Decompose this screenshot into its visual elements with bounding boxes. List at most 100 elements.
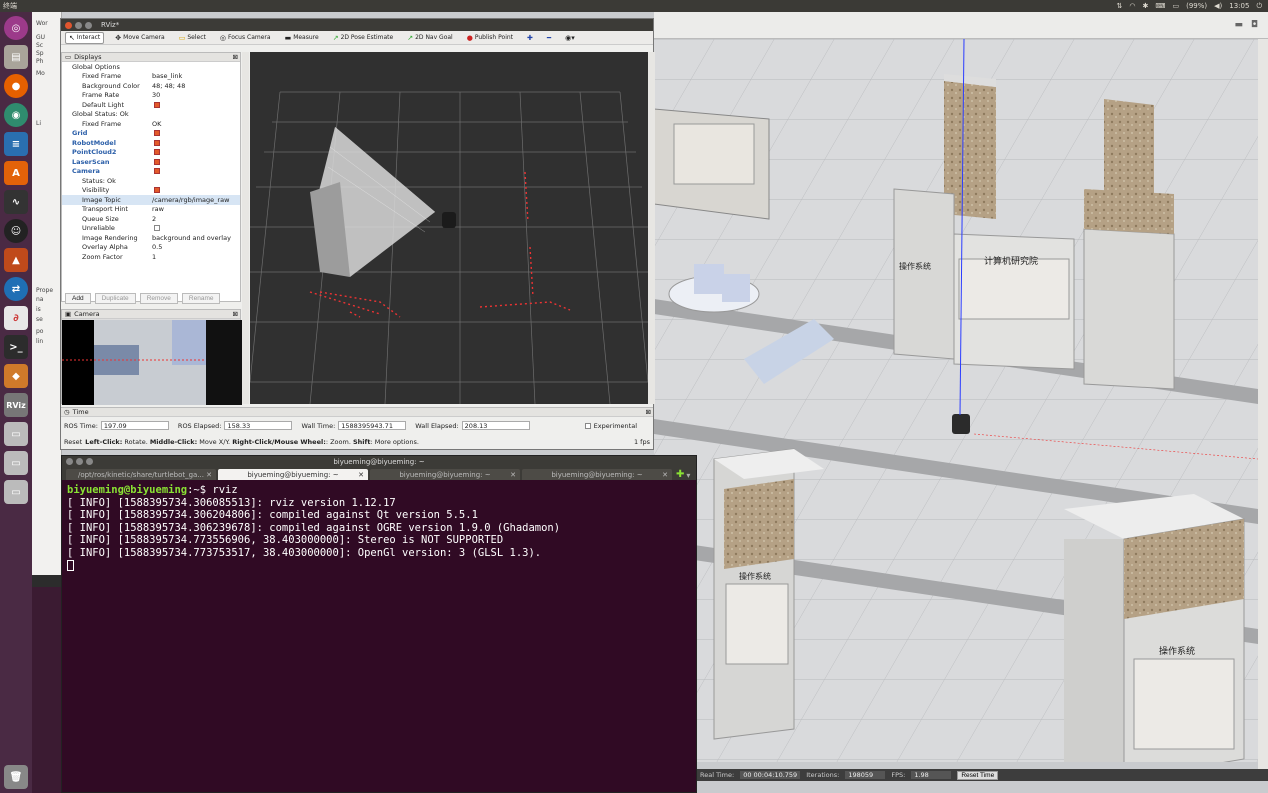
remove-tool-button[interactable]: ━: [544, 33, 554, 43]
display-row-value[interactable]: raw: [152, 205, 164, 213]
pose-estimate-tool[interactable]: ↗ 2D Pose Estimate: [330, 33, 397, 43]
rviz-3d-viewport[interactable]: [250, 52, 648, 404]
world-tree-item[interactable]: Sp: [36, 50, 44, 57]
display-row[interactable]: Default Light: [62, 100, 240, 110]
system-monitor-icon[interactable]: ∿: [4, 190, 28, 214]
display-checkbox[interactable]: [154, 130, 160, 137]
close-icon[interactable]: ✕: [662, 471, 668, 479]
display-checkbox[interactable]: [154, 168, 160, 175]
camera-image[interactable]: [62, 320, 242, 405]
gazebo-right-panel[interactable]: [1258, 39, 1268, 769]
remove-button[interactable]: Remove: [139, 292, 178, 304]
close-icon[interactable]: [65, 21, 72, 29]
minimize-icon[interactable]: [76, 458, 83, 465]
maximize-icon[interactable]: [86, 458, 93, 465]
terminal-tab[interactable]: /opt/ros/kinetic/share/turtlebot_ga... ✕: [66, 469, 216, 480]
tab-menu-icon[interactable]: ▾: [686, 471, 690, 480]
display-row[interactable]: Visibility: [62, 186, 240, 196]
duplicate-button[interactable]: Duplicate: [94, 292, 136, 304]
splitter-handle[interactable]: [242, 52, 249, 404]
minimize-icon[interactable]: [75, 21, 82, 29]
publish-point-tool[interactable]: ● Publish Point: [464, 33, 516, 43]
rviz-icon[interactable]: RViz: [4, 393, 28, 417]
property-item[interactable]: lin: [36, 338, 43, 345]
ros-time-field[interactable]: 197.09: [100, 421, 169, 430]
display-checkbox[interactable]: [154, 158, 160, 165]
drive-icon[interactable]: ▭: [4, 422, 28, 446]
measure-tool[interactable]: ▬ Measure: [282, 33, 322, 43]
camera-type-button[interactable]: ◉▾: [562, 33, 578, 43]
close-icon[interactable]: ⊠: [233, 310, 238, 318]
gazebo-3d-scene[interactable]: 计算机研究院 操作系统 操作系统 操作系统: [654, 39, 1258, 762]
close-icon[interactable]: ✕: [206, 471, 212, 479]
trash-icon[interactable]: 🗑: [4, 765, 28, 789]
firefox-icon[interactable]: ●: [4, 74, 28, 98]
display-row-value[interactable]: 0.5: [152, 243, 162, 251]
wifi-icon[interactable]: ◠: [1129, 2, 1135, 10]
world-tree-item[interactable]: Li: [36, 120, 41, 127]
display-checkbox[interactable]: [154, 149, 160, 156]
clock[interactable]: 13:05: [1229, 2, 1249, 10]
display-row[interactable]: Overlay Alpha 0.5: [62, 243, 240, 253]
terminal-tab-active[interactable]: biyueming@biyueming: ~ ✕: [218, 469, 368, 480]
reset-time-button[interactable]: Reset Time: [957, 770, 999, 780]
gazebo-icon[interactable]: ◆: [4, 364, 28, 388]
display-row[interactable]: Image Rendering background and overlay: [62, 233, 240, 243]
display-checkbox[interactable]: [154, 101, 160, 108]
display-row[interactable]: RobotModel: [62, 138, 240, 148]
display-row[interactable]: Frame Rate 30: [62, 91, 240, 101]
world-tree-item[interactable]: Mo: [36, 70, 45, 77]
display-row-value[interactable]: base_link: [152, 72, 182, 80]
close-icon[interactable]: ⊠: [646, 408, 651, 416]
display-row[interactable]: Zoom Factor 1: [62, 252, 240, 262]
display-row[interactable]: Image Topic/camera/rgb/image_raw: [62, 195, 240, 205]
display-row[interactable]: LaserScan: [62, 157, 240, 167]
property-item[interactable]: po: [36, 328, 43, 335]
battery-icon[interactable]: ▭: [1172, 2, 1179, 10]
display-row-value[interactable]: 1: [152, 253, 156, 261]
display-row-value[interactable]: OK: [152, 120, 161, 128]
world-label[interactable]: Wor: [36, 20, 48, 27]
display-row[interactable]: Global Options: [62, 62, 240, 72]
close-icon[interactable]: [66, 458, 73, 465]
add-tool-button[interactable]: ✚: [524, 33, 536, 43]
display-row[interactable]: Unreliable: [62, 224, 240, 234]
teamviewer-icon[interactable]: ⇄: [4, 277, 28, 301]
display-checkbox[interactable]: [154, 187, 160, 194]
display-row[interactable]: Queue Size 2: [62, 214, 240, 224]
display-row[interactable]: Camera: [62, 167, 240, 177]
property-item[interactable]: na: [36, 296, 43, 303]
matlab-icon[interactable]: ▲: [4, 248, 28, 272]
writer-icon[interactable]: ≡: [4, 132, 28, 156]
display-row-value[interactable]: 30: [152, 91, 160, 99]
terminal-output[interactable]: biyueming@biyueming:~$ rviz [ INFO] [158…: [62, 480, 696, 576]
rename-button[interactable]: Rename: [181, 292, 221, 304]
bluetooth-icon[interactable]: ✱: [1143, 2, 1149, 10]
splitter-handle[interactable]: [648, 52, 655, 404]
world-tree-item[interactable]: GU: [36, 34, 45, 41]
display-row[interactable]: PointCloud2: [62, 148, 240, 158]
drive-icon-2[interactable]: ▭: [4, 451, 28, 475]
keyboard-icon[interactable]: ⌨: [1155, 2, 1165, 10]
move-camera-tool[interactable]: ✥ Move Camera: [112, 33, 167, 43]
display-row[interactable]: Global Status: Ok: [62, 110, 240, 120]
property-item[interactable]: is: [36, 306, 41, 313]
display-row[interactable]: Fixed Frame OK: [62, 119, 240, 129]
interact-tool[interactable]: ↖ Interact: [65, 31, 105, 44]
reset-button[interactable]: Reset: [64, 438, 82, 446]
add-button[interactable]: Add: [65, 292, 91, 304]
display-row-value[interactable]: 48; 48; 48: [152, 82, 185, 90]
world-tree-item[interactable]: Sc: [36, 42, 43, 49]
ros-elapsed-field[interactable]: 158.33: [224, 421, 293, 430]
terminal-tab[interactable]: biyueming@biyueming: ~ ✕: [522, 469, 672, 480]
display-row[interactable]: Background Color 48; 48; 48: [62, 81, 240, 91]
software-center-icon[interactable]: A: [4, 161, 28, 185]
terminal-tab[interactable]: biyueming@biyueming: ~ ✕: [370, 469, 520, 480]
rviz-titlebar[interactable]: RViz*: [61, 19, 653, 31]
qq-icon[interactable]: ☺: [4, 219, 28, 243]
terminal-titlebar[interactable]: biyueming@biyueming: ~: [62, 456, 696, 467]
volume-icon[interactable]: ◀): [1214, 2, 1222, 10]
display-row[interactable]: Transport Hint raw: [62, 205, 240, 215]
gazebo-scene-render[interactable]: 计算机研究院 操作系统 操作系统 操作系统: [654, 39, 1258, 762]
focus-camera-tool[interactable]: ◎ Focus Camera: [217, 33, 274, 43]
